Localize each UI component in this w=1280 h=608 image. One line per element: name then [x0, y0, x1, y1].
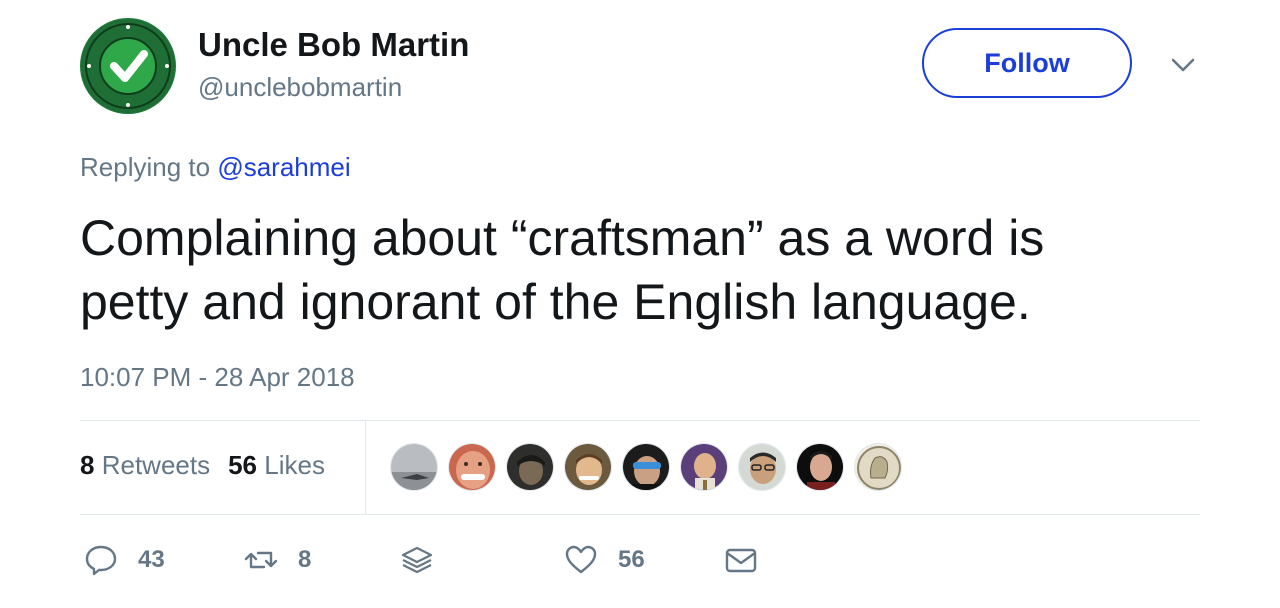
like-count: 56: [618, 546, 645, 573]
author-handle[interactable]: @unclebobmartin: [198, 72, 402, 103]
heart-icon: [565, 545, 597, 574]
liker-avatar[interactable]: [796, 443, 844, 491]
liker-avatar-1: [391, 444, 437, 490]
liker-avatar-5: [623, 444, 669, 490]
reply-button[interactable]: 43: [84, 538, 165, 582]
liker-avatar[interactable]: [738, 443, 786, 491]
liker-avatar-6: [681, 444, 727, 490]
reply-count: 43: [138, 546, 165, 573]
clean-code-badge-icon: [81, 19, 175, 113]
liker-avatar-3: [507, 444, 553, 490]
author-avatar[interactable]: [80, 18, 176, 114]
like-button[interactable]: 56: [564, 538, 645, 582]
reply-mention-link[interactable]: @sarahmei: [217, 152, 350, 182]
follow-button[interactable]: Follow: [922, 28, 1132, 98]
reply-context-prefix: Replying to: [80, 152, 211, 182]
tweet-header: Uncle Bob Martin @unclebobmartin Follow: [80, 18, 1200, 114]
liker-avatar-9: [855, 444, 901, 490]
tweet-actions: 43 8 56: [80, 538, 1200, 582]
retweets-count: 8: [80, 450, 95, 480]
reply-context: Replying to @sarahmei: [80, 152, 351, 183]
stats-divider: [365, 421, 366, 514]
retweets-stat[interactable]: 8 Retweets: [80, 450, 210, 480]
tweet-timestamp[interactable]: 10:07 PM - 28 Apr 2018: [80, 362, 355, 393]
chevron-down-icon[interactable]: [1170, 52, 1196, 78]
retweets-label: Retweets: [101, 450, 211, 480]
retweet-count: 8: [298, 546, 312, 573]
direct-message-button[interactable]: [724, 538, 758, 582]
liker-avatar-8: [797, 444, 843, 490]
tweet-text-line: petty and ignorant of the English langua…: [80, 274, 1031, 330]
liker-avatar[interactable]: [680, 443, 728, 491]
divider: [80, 514, 1200, 515]
stack-layers-icon: [401, 546, 433, 574]
likes-label: Likes: [264, 450, 325, 480]
liker-avatar-2: [449, 444, 495, 490]
tweet-stats: 8 Retweets 56 Likes: [80, 450, 325, 481]
retweet-icon: [244, 551, 278, 569]
liker-avatar[interactable]: [448, 443, 496, 491]
liker-avatar[interactable]: [506, 443, 554, 491]
likes-stat[interactable]: 56 Likes: [228, 450, 325, 480]
envelope-icon: [725, 548, 757, 573]
tweet-text: Complaining about “craftsman” as a word …: [80, 206, 1200, 334]
liker-avatar[interactable]: [390, 443, 438, 491]
retweet-button[interactable]: 8: [244, 538, 311, 582]
divider: [80, 420, 1200, 421]
reply-icon: [85, 545, 117, 576]
liker-avatar[interactable]: [622, 443, 670, 491]
stack-button[interactable]: [400, 538, 434, 582]
tweet-text-line: Complaining about “craftsman” as a word …: [80, 210, 1045, 266]
liker-avatar-4: [565, 444, 611, 490]
author-display-name[interactable]: Uncle Bob Martin: [198, 26, 469, 64]
liker-avatar-7: [739, 444, 785, 490]
liker-avatar[interactable]: [564, 443, 612, 491]
likes-count: 56: [228, 450, 258, 480]
liker-avatar[interactable]: [854, 443, 902, 491]
